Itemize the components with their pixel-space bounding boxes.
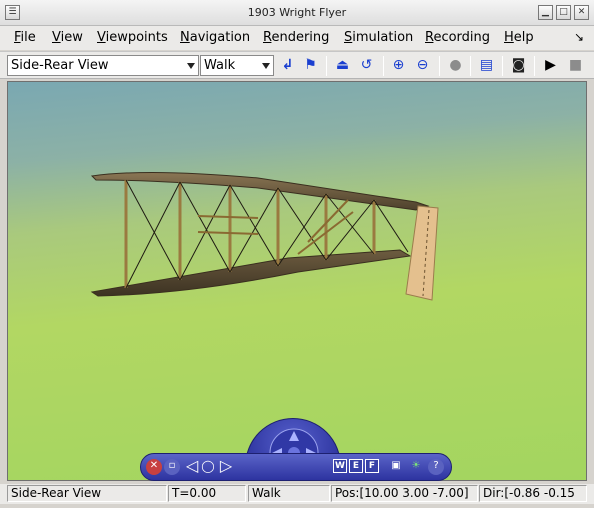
- edit-e-button[interactable]: E: [349, 459, 363, 473]
- viewpoint-select-value: Side-Rear View: [11, 58, 109, 73]
- menu-help[interactable]: Help: [504, 30, 534, 45]
- flag-icon[interactable]: ⚑: [301, 56, 320, 75]
- whats-this-arrow-icon[interactable]: ↘: [574, 30, 584, 44]
- menu-navigation[interactable]: Navigation: [180, 30, 250, 45]
- toolbar-separator: [502, 56, 503, 76]
- maximize-icon[interactable]: □: [556, 5, 571, 20]
- frame-icon[interactable]: ▣: [388, 459, 404, 475]
- menu-bar: File View Viewpoints Navigation Renderin…: [0, 26, 594, 50]
- toolbar-separator: [326, 56, 327, 76]
- menu-view[interactable]: View: [52, 30, 83, 45]
- title-bar[interactable]: ☰ 1903 Wright Flyer ▁ □ ✕: [0, 0, 594, 26]
- minimize-icon[interactable]: ▁: [538, 5, 553, 20]
- toolbar-separator: [534, 56, 535, 76]
- toolbar-separator: [439, 56, 440, 76]
- close-dashboard-icon[interactable]: ✕: [146, 459, 162, 475]
- navigation-dashboard: ✕ ▫ ◁ ◯ ▷ W E F ▣ ☀ ?: [140, 418, 452, 481]
- window-title: 1903 Wright Flyer: [247, 6, 347, 19]
- wireframe-w-button[interactable]: W: [333, 459, 347, 473]
- clipboard-icon[interactable]: ▤: [477, 56, 496, 75]
- menu-recording[interactable]: Recording: [425, 30, 490, 45]
- center-icon[interactable]: ◯: [200, 459, 216, 475]
- camera-icon[interactable]: ◙: [509, 56, 528, 75]
- menu-file[interactable]: File: [14, 30, 36, 45]
- status-time: T=0.00: [168, 485, 246, 502]
- return-icon[interactable]: ↲: [278, 56, 297, 75]
- zoom-out-icon[interactable]: ⊖: [413, 56, 432, 75]
- headlight-icon[interactable]: ☀: [408, 459, 424, 475]
- undo-icon[interactable]: ↺: [357, 56, 376, 75]
- toolbar-separator: [383, 56, 384, 76]
- navigation-mode-select[interactable]: Walk: [200, 55, 274, 76]
- status-direction: Dir:[-0.86 -0.15: [479, 485, 587, 502]
- navigation-mode-value: Walk: [204, 58, 236, 73]
- play-icon[interactable]: ▶: [541, 56, 560, 75]
- close-icon[interactable]: ✕: [574, 5, 589, 20]
- chevron-down-icon: [187, 63, 195, 69]
- viewpoint-select[interactable]: Side-Rear View: [7, 55, 199, 76]
- straighten-icon[interactable]: ⏏: [333, 56, 352, 75]
- toolbar-separator: [470, 56, 471, 76]
- status-mode: Walk: [248, 485, 330, 502]
- status-position: Pos:[10.00 3.00 -7.00]: [331, 485, 478, 502]
- fly-f-button[interactable]: F: [365, 459, 379, 473]
- zoom-in-icon[interactable]: ⊕: [389, 56, 408, 75]
- arrow-left-icon[interactable]: ◁: [184, 458, 200, 475]
- status-viewpoint: Side-Rear View: [7, 485, 167, 502]
- menu-viewpoints[interactable]: Viewpoints: [97, 30, 168, 45]
- record-dot-icon[interactable]: ●: [446, 56, 465, 75]
- toolbar: Side-Rear View Walk ↲ ⚑ ⏏ ↺ ⊕ ⊖ ● ▤ ◙ ▶ …: [0, 51, 594, 79]
- collapse-icon[interactable]: ▫: [164, 459, 180, 475]
- status-bar: Side-Rear View T=0.00 Walk Pos:[10.00 3.…: [0, 484, 594, 504]
- stop-icon[interactable]: ■: [566, 56, 585, 75]
- menu-rendering[interactable]: Rendering: [263, 30, 329, 45]
- chevron-down-icon: [262, 63, 270, 69]
- menu-simulation[interactable]: Simulation: [344, 30, 413, 45]
- arrow-right-icon[interactable]: ▷: [218, 458, 234, 475]
- help-button[interactable]: ?: [428, 459, 444, 475]
